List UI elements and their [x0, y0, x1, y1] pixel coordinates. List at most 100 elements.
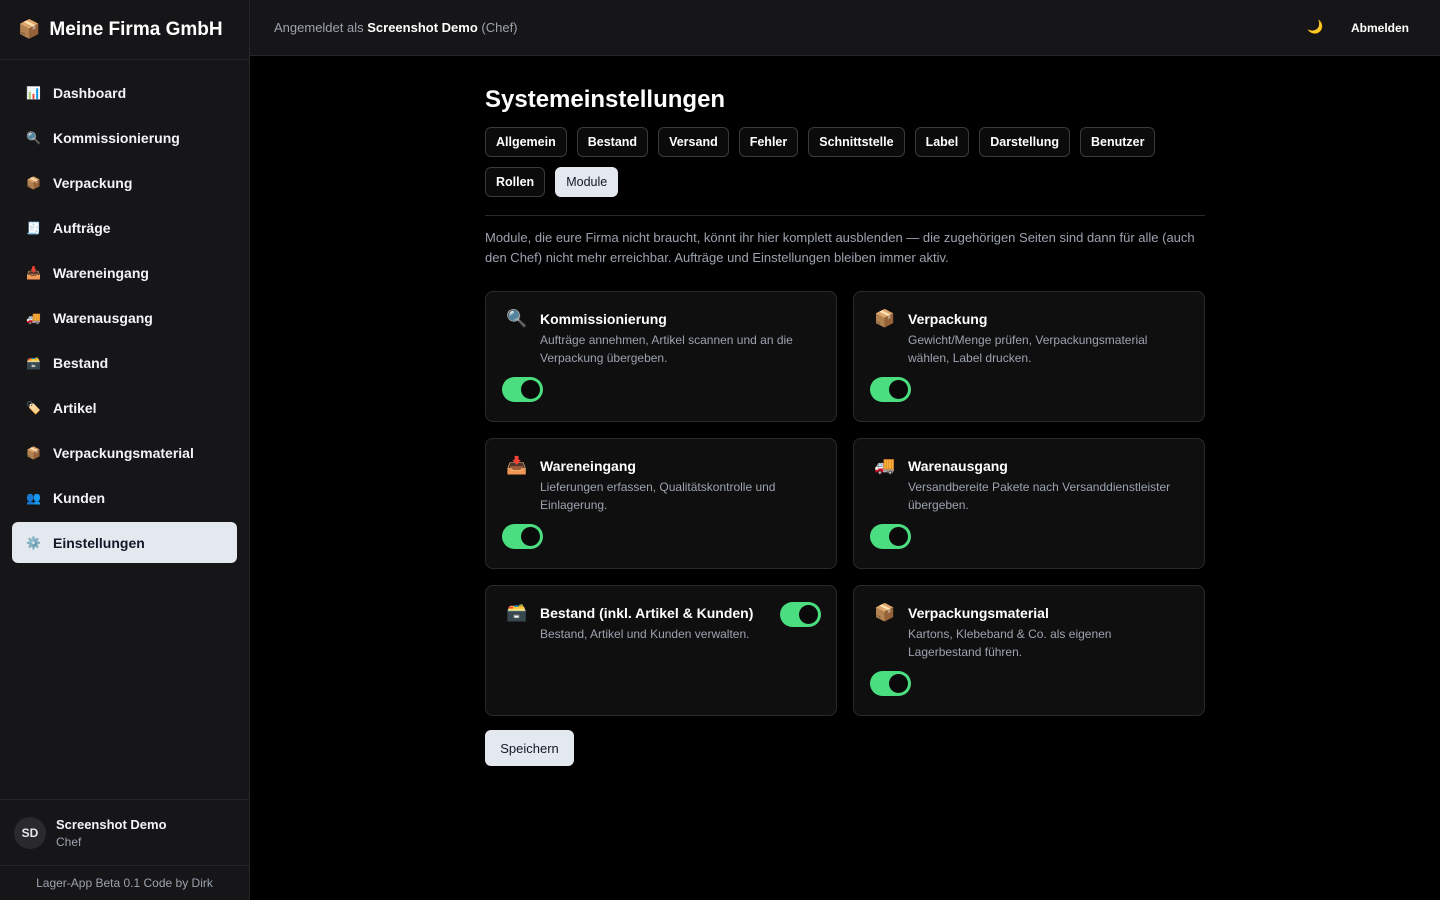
tab-module[interactable]: Module	[555, 167, 619, 197]
sidebar-item-warenausgang[interactable]: 🚚 Warenausgang	[12, 297, 237, 338]
package-icon: 📦	[26, 445, 41, 460]
magnifier-icon: 🔍	[26, 130, 41, 145]
truck-icon: 🚚	[874, 456, 896, 475]
sidebar-item-label: Verpackungsmaterial	[53, 444, 194, 461]
toggle-knob	[521, 527, 540, 546]
sidebar-item-label: Warenausgang	[53, 309, 153, 326]
tab-bestand[interactable]: Bestand	[576, 127, 649, 157]
gear-icon: ⚙️	[26, 535, 41, 550]
modules-intro: Module, die eure Firma nicht braucht, kö…	[485, 230, 1195, 265]
brand-name: Meine Firma GmbH	[49, 18, 223, 40]
sidebar-item-verpackung[interactable]: 📦 Verpackung	[12, 162, 237, 203]
tag-icon: 🏷️	[26, 400, 41, 415]
module-toggle-bestand-inkl-artikel-kunden[interactable]	[780, 602, 821, 627]
toggle-knob	[799, 605, 818, 624]
toggle-knob	[889, 380, 908, 399]
sidebar-nav: 📊 Dashboard 🔍 Kommissionierung 📦 Verpackung 🧾 A…	[12, 72, 237, 567]
users-icon: 👥	[26, 490, 41, 505]
tab-versand[interactable]: Versand	[658, 127, 729, 157]
signed-in-info: Angemeldet als Screenshot Demo (Chef)	[274, 20, 518, 35]
inbox-icon: 📥	[26, 265, 41, 280]
module-title: Bestand (inkl. Artikel & Kunden)	[540, 605, 754, 621]
module-card-warenausgang: 🚚 Warenausgang Versandbereite Pakete nach …	[853, 438, 1205, 569]
toggle-knob	[889, 674, 908, 693]
package-icon: 📦	[18, 19, 41, 39]
sidebar-item-dashboard[interactable]: 📊 Dashboard	[12, 72, 237, 113]
module-card-verpackung: 📦 Verpackung Gewicht/Menge prüfen, Verpack…	[853, 291, 1205, 422]
logout-button[interactable]: Abmelden	[1342, 13, 1418, 43]
module-description: Versandbereite Pakete nach Versanddienst…	[908, 480, 1171, 512]
user-role: Chef	[56, 834, 82, 849]
avatar: SD	[14, 816, 46, 849]
toggle-knob	[889, 527, 908, 546]
module-description: Lieferungen erfassen, Qualitätskontrolle…	[540, 480, 776, 512]
sidebar: 📦 Meine Firma GmbH 📊 Dashboard 🔍 Kommission…	[0, 0, 250, 900]
user-name: Screenshot Demo	[56, 816, 167, 832]
sidebar-item-label: Kommissionierung	[53, 129, 180, 146]
module-card-kommissionierung: 🔍 Kommissionierung Aufträge annehmen, Arti…	[485, 291, 837, 422]
tab-benutzer[interactable]: Benutzer	[1079, 127, 1156, 157]
tab-schnittstelle[interactable]: Schnittstelle	[808, 127, 905, 157]
card-box-icon: 🗃️	[506, 603, 528, 622]
module-title: Wareneingang	[540, 458, 636, 474]
module-toggle-verpackungsmaterial[interactable]	[870, 671, 911, 696]
sidebar-item-label: Artikel	[53, 399, 97, 416]
module-description: Kartons, Klebeband & Co. als eigenen Lag…	[908, 627, 1112, 659]
module-grid: 🔍 Kommissionierung Aufträge annehmen, Arti…	[485, 291, 1205, 716]
module-toggle-wareneingang[interactable]	[502, 524, 543, 549]
module-title: Kommissionierung	[540, 311, 667, 327]
inbox-icon: 📥	[506, 456, 528, 475]
chart-icon: 📊	[26, 85, 41, 100]
sidebar-item-label: Verpackung	[53, 174, 133, 191]
sidebar-item-label: Einstellungen	[53, 534, 145, 551]
package-icon: 📦	[874, 603, 896, 622]
toggle-knob	[521, 380, 540, 399]
sidebar-item-label: Bestand	[53, 354, 109, 371]
page-title: Systemeinstellungen	[485, 86, 726, 113]
signed-in-role: (Chef)	[477, 20, 518, 35]
sidebar-item-auftraege[interactable]: 🧾 Aufträge	[12, 207, 237, 248]
tab-label[interactable]: Label	[914, 127, 970, 157]
tab-fehler[interactable]: Fehler	[738, 127, 799, 157]
tab-allgemein[interactable]: Allgemein	[485, 127, 567, 157]
sidebar-item-label: Dashboard	[53, 84, 127, 101]
signed-in-user: Screenshot Demo	[367, 20, 478, 35]
sidebar-item-label: Aufträge	[53, 219, 111, 236]
user-box[interactable]: SD Screenshot Demo Chef	[0, 799, 249, 865]
card-box-icon: 🗃️	[26, 355, 41, 370]
receipt-icon: 🧾	[26, 220, 41, 235]
sidebar-item-bestand[interactable]: 🗃️ Bestand	[12, 342, 237, 383]
module-title: Warenausgang	[908, 458, 1008, 474]
save-button[interactable]: Speichern	[485, 730, 574, 766]
package-icon: 📦	[874, 309, 896, 328]
app-version-note: Lager-App Beta 0.1 Code by Dirk	[0, 865, 249, 900]
sidebar-item-einstellungen[interactable]: ⚙️ Einstellungen	[12, 522, 237, 563]
module-title: Verpackungsmaterial	[908, 605, 1049, 621]
module-description: Aufträge annehmen, Artikel scannen und a…	[540, 333, 793, 365]
module-toggle-verpackung[interactable]	[870, 377, 911, 402]
module-toggle-warenausgang[interactable]	[870, 524, 911, 549]
truck-icon: 🚚	[26, 310, 41, 325]
module-card-wareneingang: 📥 Wareneingang Lieferungen erfassen, Quali…	[485, 438, 837, 569]
magnifier-icon: 🔍	[506, 309, 528, 328]
topbar: Angemeldet als Screenshot Demo (Chef) 🌙 …	[250, 0, 1440, 56]
module-description: Gewicht/Menge prüfen, Verpackungsmateria…	[908, 333, 1148, 365]
sidebar-item-verpackungsmaterial[interactable]: 📦 Verpackungsmaterial	[12, 432, 237, 473]
main-content: Systemeinstellungen Allgemein Bestand Vers…	[485, 86, 1205, 766]
module-card-bestand-inkl-artikel-kunden: 🗃️ Bestand (inkl. Artikel & Kunden) Bestan…	[485, 585, 837, 716]
moon-icon[interactable]: 🌙	[1307, 19, 1323, 35]
module-title: Verpackung	[908, 311, 988, 327]
brand[interactable]: 📦 Meine Firma GmbH	[0, 0, 249, 60]
divider	[485, 215, 1205, 216]
tab-darstellung[interactable]: Darstellung	[979, 127, 1070, 157]
module-card-verpackungsmaterial: 📦 Verpackungsmaterial Kartons, Klebeband &…	[853, 585, 1205, 716]
sidebar-item-kunden[interactable]: 👥 Kunden	[12, 477, 237, 518]
sidebar-item-kommissionierung[interactable]: 🔍 Kommissionierung	[12, 117, 237, 158]
sidebar-item-label: Wareneingang	[53, 264, 149, 281]
tab-rollen[interactable]: Rollen	[485, 167, 546, 197]
module-toggle-kommissionierung[interactable]	[502, 377, 543, 402]
settings-tabs: Allgemein Bestand Versand Fehler Schnittstel…	[485, 127, 1205, 207]
sidebar-item-wareneingang[interactable]: 📥 Wareneingang	[12, 252, 237, 293]
sidebar-item-artikel[interactable]: 🏷️ Artikel	[12, 387, 237, 428]
signed-in-prefix: Angemeldet als	[274, 20, 368, 35]
